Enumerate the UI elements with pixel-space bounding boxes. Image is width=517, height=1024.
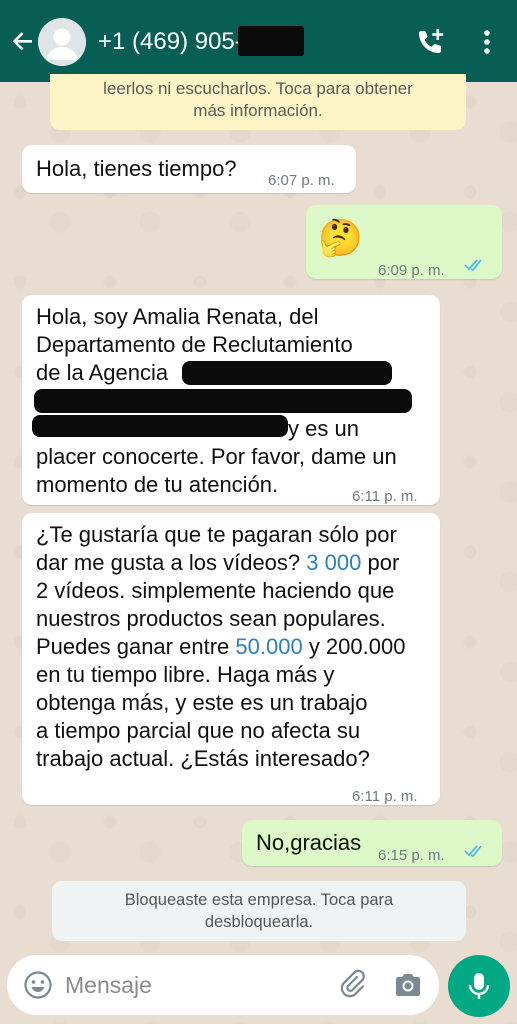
redacted-text xyxy=(34,389,412,413)
notice-line: leerlos ni escucharlos. Toca para obtene… xyxy=(103,79,413,98)
mic-icon xyxy=(468,973,490,999)
message-time: 6:09 p. m. xyxy=(378,262,445,279)
redacted-text xyxy=(182,361,392,385)
message-line: Departamento de Reclutamiento xyxy=(36,332,353,357)
add-call-icon[interactable] xyxy=(412,24,448,60)
message-line: de la Agencia xyxy=(36,360,169,385)
phone-number-link[interactable]: 50.000 xyxy=(235,634,302,659)
message-time: 6:11 p. m. xyxy=(352,788,418,805)
notice-line: Bloqueaste esta empresa. Toca para xyxy=(124,891,394,909)
message-line: trabajo actual. ¿Estás interesado? xyxy=(36,746,370,771)
message-incoming[interactable]: ¿Te gustaría que te pagaran sólo por dar… xyxy=(22,513,440,805)
message-line: en tu tiempo libre. Haga más y xyxy=(36,662,335,687)
back-arrow-icon[interactable] xyxy=(8,26,38,56)
encryption-notice[interactable]: leerlos ni escucharlos. Toca para obtene… xyxy=(50,74,466,130)
notice-line: desbloquearla. xyxy=(204,913,314,931)
redacted-number xyxy=(238,26,304,56)
avatar[interactable] xyxy=(38,18,86,66)
message-text: y 200.000 xyxy=(308,634,406,659)
message-incoming[interactable]: Hola, tienes tiempo? 6:07 p. m. xyxy=(22,145,356,193)
redacted-text xyxy=(32,415,288,437)
chat-header: +1 (469) 905- xyxy=(0,0,517,82)
message-text: por xyxy=(367,550,400,575)
emoji-icon[interactable] xyxy=(23,970,53,1000)
message-outgoing[interactable]: 🤔 6:09 p. m. xyxy=(306,205,502,279)
message-line: a tiempo parcial que no afecta su xyxy=(36,718,361,743)
mic-button[interactable] xyxy=(448,955,510,1017)
message-line: momento de tu atención. xyxy=(36,472,279,497)
message-line: Hola, soy Amalia Renata, del xyxy=(36,304,319,329)
message-line: nuestros productos sean populares. xyxy=(36,606,386,631)
avatar-icon xyxy=(38,18,86,66)
message-outgoing[interactable]: No,gracias 6:15 p. m. xyxy=(242,820,502,866)
message-line: 2 vídeos. simplemente haciendo que xyxy=(36,578,395,603)
message-input[interactable] xyxy=(65,969,325,1001)
message-time: 6:15 p. m. xyxy=(378,847,445,864)
phone-number-link[interactable]: 3 000 xyxy=(306,550,361,575)
message-text: dar me gusta a los vídeos? xyxy=(36,550,301,575)
blocked-notice[interactable]: Bloqueaste esta empresa. Toca para desbl… xyxy=(52,881,466,941)
message-text: No,gracias xyxy=(256,830,362,855)
message-line-mixed: Puedes ganar entre 50.000 y 200.000 xyxy=(36,633,405,661)
message-line: y es un xyxy=(288,416,359,441)
message-incoming[interactable]: Hola, soy Amalia Renata, del Departament… xyxy=(22,295,440,505)
message-line: obtenga más, y este es un trabajo xyxy=(36,690,368,715)
attach-icon[interactable] xyxy=(337,969,369,1001)
double-check-icon xyxy=(464,259,482,272)
message-line-mixed: dar me gusta a los vídeos? 3 000 por xyxy=(36,549,399,577)
message-text: Puedes ganar entre xyxy=(36,634,230,659)
message-time: 6:11 p. m. xyxy=(352,488,418,505)
message-time: 6:07 p. m. xyxy=(268,172,335,189)
message-composer xyxy=(7,955,439,1015)
more-vert-icon[interactable] xyxy=(474,24,500,60)
contact-name[interactable]: +1 (469) 905- xyxy=(98,28,243,56)
emoji-thinking: 🤔 xyxy=(318,218,363,259)
message-line: placer conocerte. Por favor, dame un xyxy=(36,444,397,469)
message-line: ¿Te gustaría que te pagaran sólo por xyxy=(36,522,397,547)
message-text: Hola, tienes tiempo? xyxy=(36,156,237,181)
notice-line: más información. xyxy=(193,101,323,120)
camera-icon[interactable] xyxy=(393,971,423,999)
double-check-icon xyxy=(464,845,482,858)
